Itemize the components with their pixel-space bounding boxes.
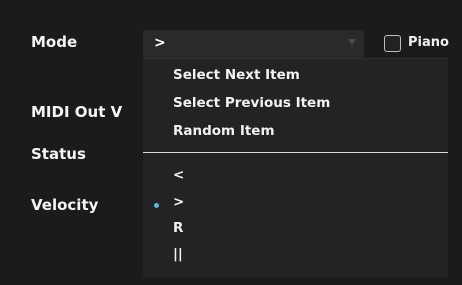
midi-out-label: MIDI Out V — [31, 103, 123, 121]
menu-item-select-previous[interactable]: Select Previous Item — [173, 95, 330, 111]
selected-bullet-icon — [154, 203, 159, 208]
checkbox-box[interactable] — [384, 35, 401, 52]
mode-select[interactable]: > — [143, 30, 364, 58]
mode-label: Mode — [31, 33, 78, 51]
menu-divider — [143, 152, 448, 153]
menu-item-random[interactable]: Random Item — [173, 123, 275, 139]
menu-option-previous[interactable]: < — [173, 167, 184, 183]
menu-item-select-next[interactable]: Select Next Item — [173, 67, 300, 83]
device-panel: Mode MIDI Out V Status Velocity > Piano … — [0, 0, 462, 285]
menu-option-next[interactable]: > — [173, 194, 184, 210]
velocity-label: Velocity — [31, 196, 99, 214]
menu-option-random[interactable]: R — [173, 220, 183, 236]
mode-select-value: > — [154, 35, 166, 51]
menu-option-hold[interactable]: || — [173, 246, 183, 262]
piano-label: Piano — [408, 35, 449, 50]
mode-dropdown-menu: Select Next Item Select Previous Item Ra… — [143, 58, 448, 278]
chevron-down-icon — [348, 39, 356, 45]
status-label: Status — [31, 145, 86, 163]
